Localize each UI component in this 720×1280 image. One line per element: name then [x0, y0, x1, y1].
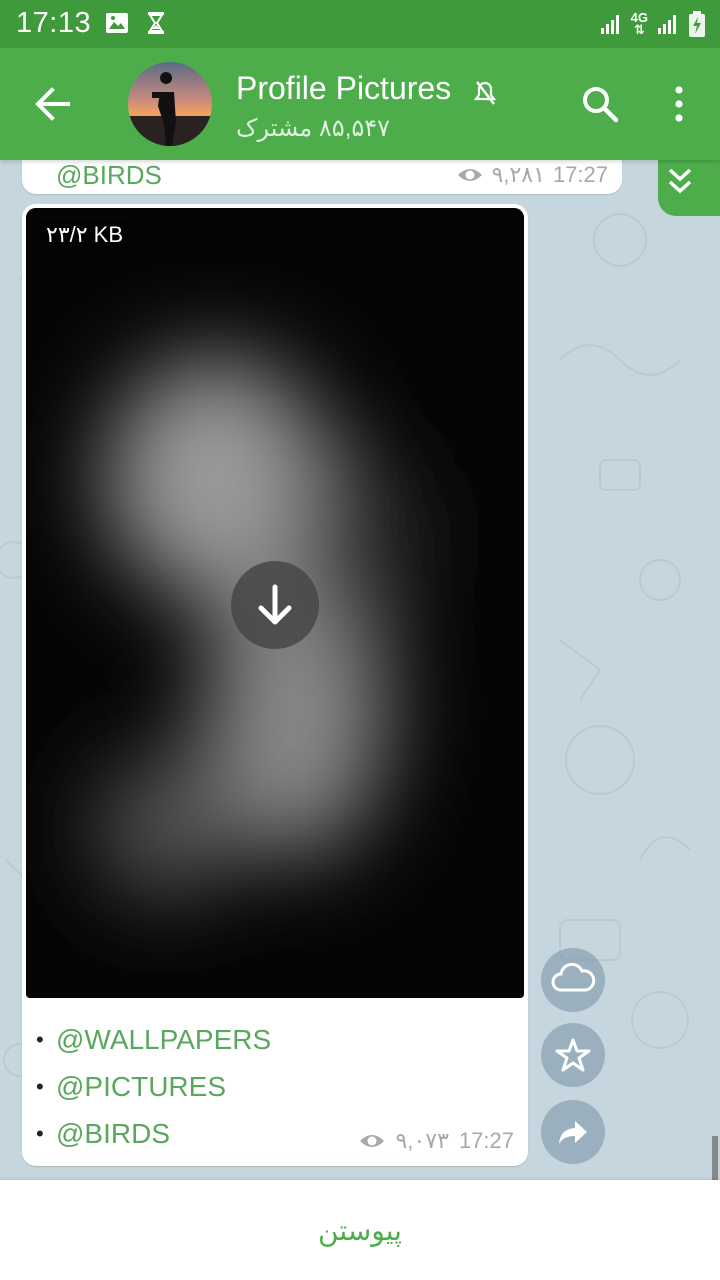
back-arrow-icon: [35, 87, 70, 121]
mute-icon: [474, 81, 496, 105]
download-button[interactable]: [231, 561, 319, 649]
channel-avatar[interactable]: [128, 62, 212, 146]
message-time: 17:27: [458, 1128, 514, 1153]
search-button[interactable]: [578, 82, 622, 126]
file-size-badge: ۲۳/۲ KB: [40, 220, 130, 250]
more-vert-icon: [675, 86, 683, 122]
image-icon: [106, 13, 128, 33]
avatar-silhouette: [128, 72, 212, 146]
network-4g-icon: 4G ⇅: [630, 10, 648, 37]
previous-message-bubble[interactable]: @BIRDS ۹,۲۸۱ 17:27: [22, 160, 622, 194]
share-arrow-icon: [559, 1121, 587, 1144]
bullet: •: [36, 1074, 44, 1099]
bullet: •: [36, 1121, 44, 1146]
chat-header: Profile Pictures ۸۵,۵۴۷ مشترک: [0, 48, 720, 160]
status-system-icons: 4G ⇅: [599, 10, 706, 38]
scrollbar[interactable]: [712, 1136, 718, 1180]
mention-link[interactable]: @BIRDS: [56, 1110, 170, 1157]
subscriber-count: ۸۵,۵۴۷ مشترک: [236, 115, 391, 142]
chat-title[interactable]: Profile Pictures: [236, 70, 451, 107]
cloud-icon: [551, 962, 596, 992]
join-channel-button[interactable]: پیوستن: [0, 1180, 720, 1280]
scroll-down-button[interactable]: [658, 160, 720, 216]
views-eye-icon: [457, 169, 482, 181]
caption-line: • @BIRDS: [36, 1110, 271, 1157]
back-button[interactable]: [28, 78, 84, 130]
share-button[interactable]: [541, 1100, 605, 1164]
status-bar: 17:13 4G ⇅: [0, 0, 720, 48]
caption-line: • @WALLPAPERS: [36, 1016, 271, 1063]
bullet: •: [36, 1027, 44, 1052]
previous-message-views: ۹,۲۸۱: [491, 162, 545, 187]
signal-icon-2: [658, 15, 676, 34]
previous-message-time: 17:27: [552, 162, 608, 187]
star-icon: [555, 1038, 591, 1072]
message-views: ۹,۰۷۳: [395, 1128, 449, 1153]
message-caption: • @WALLPAPERS • @PICTURES • @BIRDS: [36, 1016, 271, 1157]
hourglass-icon: [148, 12, 164, 34]
photo-preview[interactable]: ۲۳/۲ KB: [26, 208, 524, 998]
favorite-button[interactable]: [541, 1023, 605, 1087]
bottom-bar: پیوستن: [0, 1180, 720, 1280]
message-bubble[interactable]: ۲۳/۲ KB • @WALLPAPERS • @PICTURES • @BIR…: [22, 204, 528, 1166]
status-time: 17:13: [16, 7, 92, 39]
previous-message-meta: ۹,۲۸۱ 17:27: [456, 162, 608, 188]
caption-line: • @PICTURES: [36, 1063, 271, 1110]
more-options-button[interactable]: [664, 82, 694, 126]
chat-area[interactable]: @BIRDS ۹,۲۸۱ 17:27 ۲۳/۲ KB • @WALLPAPERS…: [0, 160, 720, 1180]
message-meta: ۹,۰۷۳ 17:27: [358, 1128, 514, 1154]
views-eye-icon: [359, 1135, 384, 1147]
double-chevron-down-icon: [668, 168, 692, 194]
mention-link[interactable]: @WALLPAPERS: [56, 1016, 271, 1063]
status-notification-icons: [104, 10, 166, 36]
search-icon: [583, 87, 619, 123]
save-to-cloud-button[interactable]: [541, 948, 605, 1012]
mention-link[interactable]: @PICTURES: [56, 1063, 226, 1110]
signal-icon: [600, 15, 619, 34]
download-arrow-icon: [258, 584, 292, 625]
previous-message-link[interactable]: @BIRDS: [56, 160, 162, 191]
battery-charging-icon: [689, 11, 705, 37]
